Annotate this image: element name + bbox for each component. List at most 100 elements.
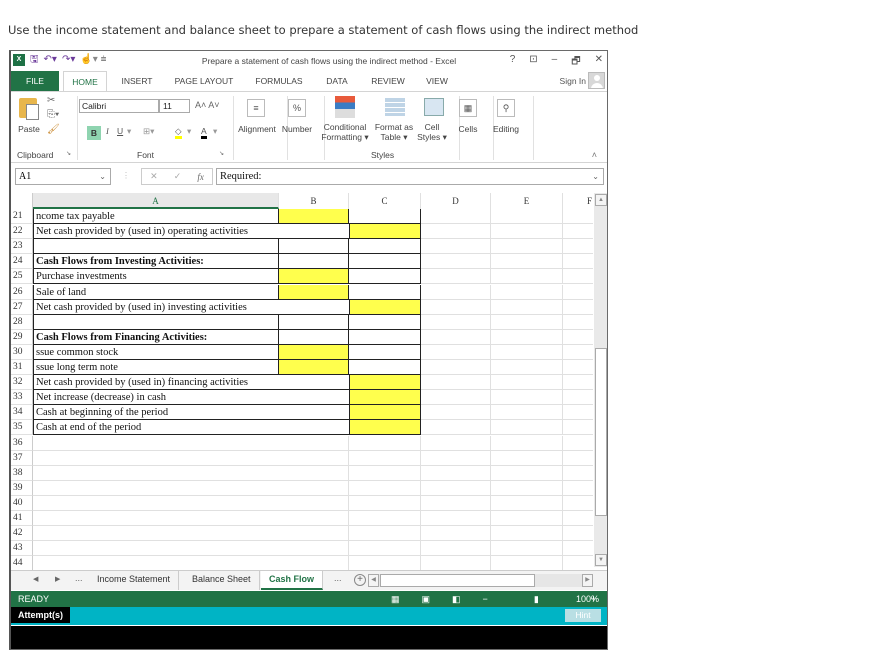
format-as-table-icon[interactable] (385, 98, 405, 116)
cell-f[interactable] (563, 254, 593, 270)
number-button[interactable]: Number (277, 124, 317, 134)
cell-f[interactable] (563, 526, 593, 542)
cell-f[interactable] (563, 300, 593, 315)
paste-button[interactable]: Paste (15, 124, 43, 134)
zoom-out-icon[interactable]: − (483, 591, 488, 607)
collapse-ribbon-icon[interactable]: ˄ (592, 150, 597, 160)
underline-dropdown-icon[interactable]: ▾ (127, 126, 131, 137)
chevron-down-icon[interactable]: ⌄ (99, 169, 106, 184)
tab-data[interactable]: DATA (321, 71, 353, 91)
cell-c[interactable] (349, 541, 421, 557)
cell-e[interactable] (491, 375, 563, 391)
cell-f[interactable] (563, 390, 593, 406)
row-header[interactable]: 42 (11, 526, 33, 542)
row-header[interactable]: 37 (11, 450, 33, 466)
close-icon[interactable]: ✕ (595, 54, 603, 71)
cell-e[interactable] (491, 224, 563, 240)
cell-f[interactable] (563, 511, 593, 527)
alignment-icon[interactable]: ≡ (247, 99, 265, 117)
row-header[interactable]: 38 (11, 465, 33, 481)
cell-c[interactable] (349, 465, 421, 481)
cell-a[interactable]: Purchase investments (33, 269, 279, 285)
editing-button[interactable]: Editing (489, 124, 523, 134)
cell-b[interactable] (279, 239, 349, 255)
cells-button[interactable]: Cells (451, 124, 485, 134)
cell-c[interactable] (349, 314, 421, 330)
cell-e[interactable] (491, 405, 563, 421)
cell-f[interactable] (563, 375, 593, 391)
normal-view-icon[interactable]: ▦ (391, 591, 400, 607)
cell-f[interactable] (563, 405, 593, 421)
sign-in[interactable]: Sign In (560, 72, 605, 89)
cell-a[interactable] (33, 526, 279, 542)
cell-d[interactable] (421, 450, 491, 466)
cell-f[interactable] (563, 239, 593, 255)
cell-d[interactable] (421, 360, 491, 376)
cell-e[interactable] (491, 541, 563, 557)
column-header-f[interactable]: F (563, 193, 593, 209)
row-header[interactable]: 21 (11, 209, 33, 225)
font-launcher-icon[interactable]: ↘ (219, 150, 224, 157)
cell-e[interactable] (491, 284, 563, 300)
bold-button[interactable]: B (87, 126, 101, 140)
font-size-select[interactable]: 11 (159, 99, 190, 113)
cell-a[interactable] (33, 466, 279, 481)
row-header[interactable]: 41 (11, 511, 33, 527)
input-cell-c[interactable] (349, 375, 421, 391)
cell-f[interactable] (563, 345, 593, 360)
cell-f[interactable] (563, 481, 593, 496)
tab-insert[interactable]: INSERT (117, 71, 157, 91)
cell-d[interactable] (421, 329, 491, 345)
input-cell-b[interactable] (279, 209, 349, 225)
cell-c[interactable] (349, 360, 421, 376)
input-cell-b[interactable] (279, 284, 349, 300)
cell-e[interactable] (491, 299, 563, 315)
formula-input[interactable]: Required: ⌄ (216, 168, 604, 185)
cell-f[interactable] (563, 541, 593, 557)
cell-c[interactable] (349, 209, 421, 225)
cell-f[interactable] (563, 285, 593, 300)
cell-c[interactable] (349, 450, 421, 466)
add-sheet-icon[interactable]: + (354, 574, 366, 586)
paste-icon[interactable] (19, 98, 39, 120)
minimize-icon[interactable]: – (552, 54, 558, 71)
cell-d[interactable] (421, 526, 491, 542)
row-header[interactable]: 25 (11, 269, 33, 285)
cell-b[interactable] (279, 329, 349, 345)
tab-page-layout[interactable]: PAGE LAYOUT (171, 71, 237, 91)
cell-e[interactable] (491, 344, 563, 360)
cell-b[interactable] (279, 314, 349, 330)
ribbon-display-icon[interactable]: ⊡ (529, 54, 537, 71)
cell-e[interactable] (491, 435, 563, 451)
format-as-table-button[interactable]: Format as Table ▾ (371, 122, 417, 142)
cell-e[interactable] (491, 360, 563, 376)
cell-f[interactable] (563, 466, 593, 481)
row-header[interactable]: 35 (11, 420, 33, 436)
conditional-formatting-icon[interactable] (335, 96, 355, 118)
input-cell-c[interactable] (349, 420, 421, 436)
tab-home[interactable]: HOME (63, 71, 107, 92)
scroll-up-icon[interactable]: ▲ (595, 194, 607, 206)
cell-f[interactable] (563, 496, 593, 511)
font-color-dropdown-icon[interactable]: ▾ (213, 126, 217, 137)
cell-e[interactable] (491, 239, 563, 255)
cell-c[interactable] (349, 526, 421, 542)
cells-icon[interactable]: ▦ (459, 99, 477, 117)
tab-file[interactable]: FILE (11, 71, 59, 91)
prev-sheet-icon[interactable]: ◀ (33, 575, 38, 583)
more-sheets-left[interactable]: ... (75, 573, 83, 583)
font-name-select[interactable]: Calibri (79, 99, 159, 113)
row-header[interactable]: 30 (11, 344, 33, 360)
cell-d[interactable] (421, 239, 491, 255)
cell-c[interactable] (349, 435, 421, 451)
cell-a[interactable]: Cash at beginning of the period (33, 405, 349, 421)
restore-icon[interactable]: 🗗 (571, 54, 580, 71)
cell-a[interactable]: Net cash provided by (used in) investing… (33, 299, 349, 315)
cancel-icon[interactable]: ✕ (150, 171, 158, 182)
cell-c[interactable] (349, 329, 421, 345)
cell-e[interactable] (491, 511, 563, 527)
enter-icon[interactable]: ✓ (174, 171, 182, 182)
next-sheet-icon[interactable]: ▶ (55, 575, 60, 583)
spreadsheet-grid[interactable]: A B C D E F 21 ncome tax payable 22 Net cas… (11, 193, 593, 573)
cell-b[interactable] (279, 254, 349, 270)
